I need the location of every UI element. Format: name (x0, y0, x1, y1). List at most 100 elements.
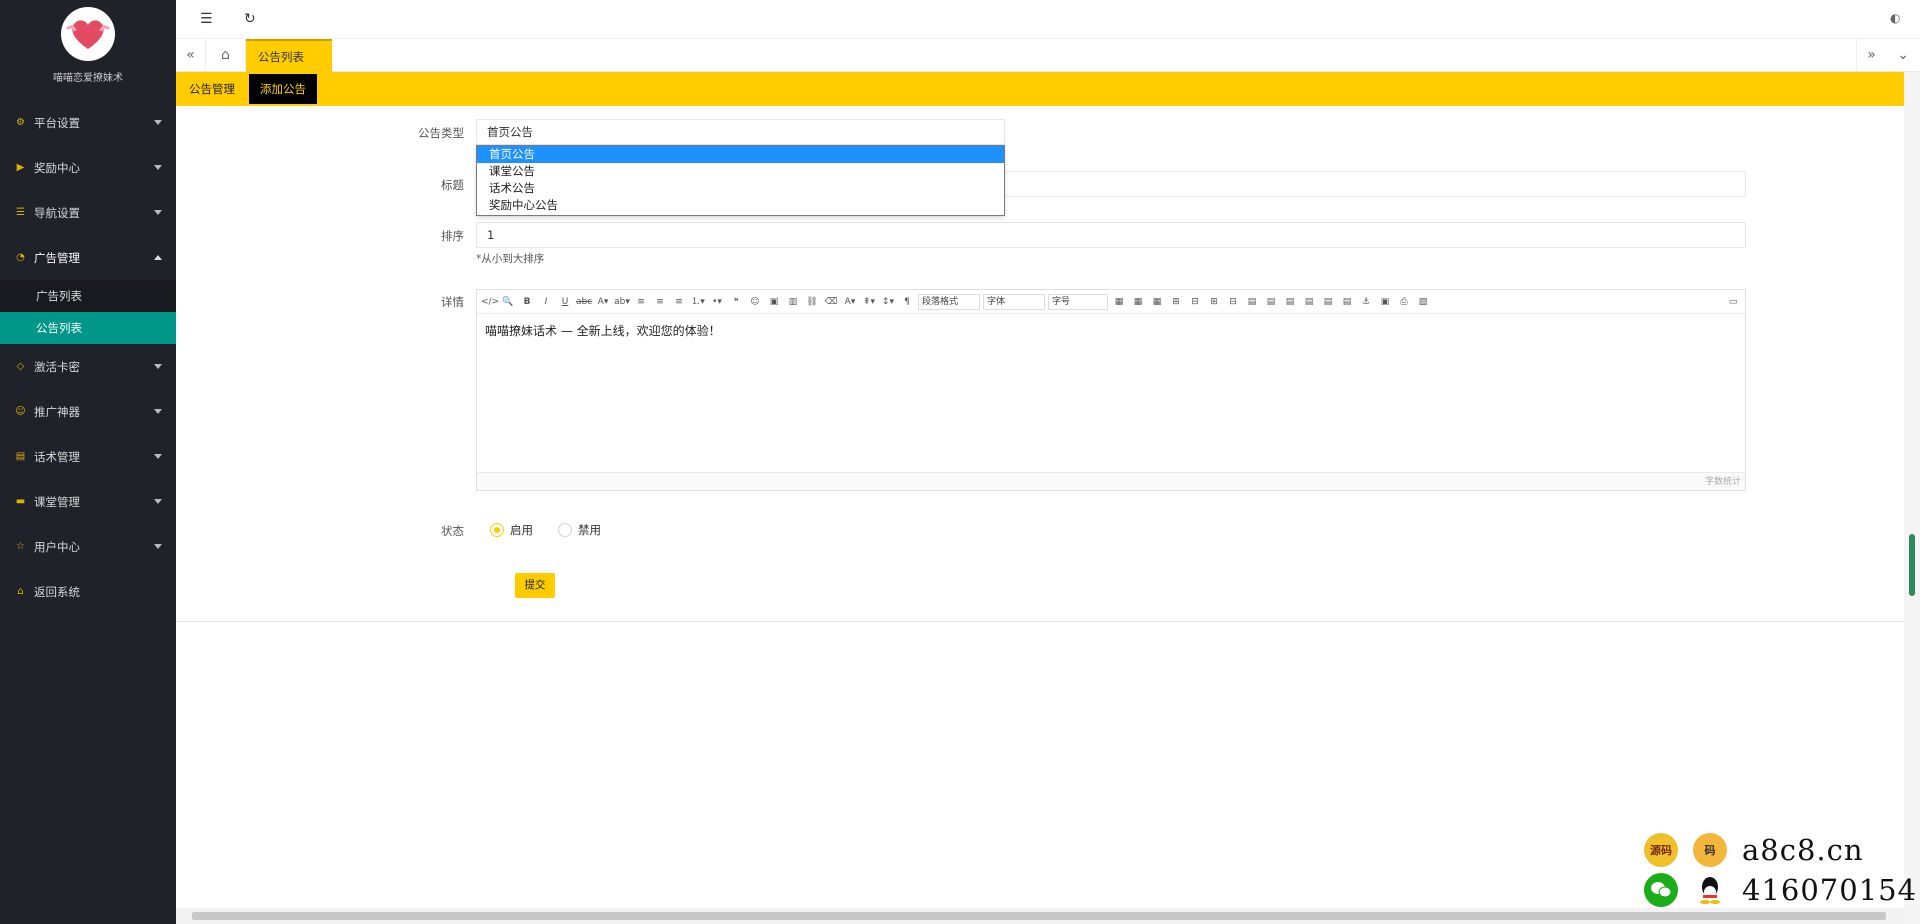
strikethrough-icon[interactable]: abc (576, 294, 592, 310)
vertical-scrollbar[interactable] (1904, 72, 1920, 924)
menu-return-system[interactable]: ⌂ 返回系统 (0, 569, 176, 614)
status-enable-radio[interactable]: 启用 (490, 522, 533, 538)
caret-down-icon (154, 544, 162, 549)
menu-script-management[interactable]: ▤ 话术管理 (0, 434, 176, 479)
image-icon[interactable]: ▣ (766, 294, 782, 310)
table-icon[interactable]: ▦ (1111, 294, 1127, 310)
merge-right-icon[interactable]: ▤ (1263, 294, 1279, 310)
theme-icon[interactable]: ◐ (1890, 11, 1900, 25)
fullscreen-icon[interactable]: ▭ (1725, 294, 1741, 310)
menu-nav-settings[interactable]: ☰ 导航设置 (0, 190, 176, 235)
delete-col-icon[interactable]: ⊟ (1225, 294, 1241, 310)
underline-color-icon[interactable]: A▾ (842, 294, 858, 310)
delete-row-icon[interactable]: ⊟ (1187, 294, 1203, 310)
insert-frame-icon[interactable]: ▣ (1377, 294, 1393, 310)
status-label: 状态 (441, 524, 464, 538)
emoji-icon[interactable]: ☺ (747, 294, 763, 310)
wechat-icon (1644, 873, 1678, 907)
html-source-icon[interactable]: </> (481, 294, 499, 310)
anchor-icon[interactable]: ⚓ (1358, 294, 1374, 310)
submenu-ad-list[interactable]: 广告列表 (0, 280, 176, 312)
menu-label: 导航设置 (34, 205, 80, 220)
merge-cells-icon[interactable]: ▤ (1244, 294, 1260, 310)
type-option[interactable]: 首页公告 (477, 146, 1004, 163)
title-label: 标题 (441, 178, 464, 192)
menu-activation-codes[interactable]: ◇ 激活卡密 (0, 344, 176, 389)
menu-user-center[interactable]: ☆ 用户中心 (0, 524, 176, 569)
align-right-icon[interactable]: ≡ (671, 294, 687, 310)
caret-down-icon (154, 210, 162, 215)
insert-row-icon[interactable]: ⊞ (1168, 294, 1184, 310)
italic-icon[interactable]: I (538, 294, 554, 310)
table-props-icon[interactable]: ▦ (1130, 294, 1146, 310)
add-notice-button[interactable]: 添加公告 (249, 74, 317, 104)
menu-label: 奖励中心 (34, 160, 80, 175)
paragraph-format-select[interactable]: 段落格式 (918, 293, 980, 310)
menu-label: 返回系统 (34, 584, 80, 599)
split-cols-icon[interactable]: ▤ (1339, 294, 1355, 310)
caret-down-icon (154, 499, 162, 504)
link-icon[interactable]: ⛓ (804, 294, 820, 310)
scroll-thumb[interactable] (192, 912, 1886, 920)
collapse-menu-icon[interactable]: ☰ (200, 11, 213, 27)
star-icon: ☆ (16, 541, 25, 552)
tabs-scroll-right-icon[interactable]: » (1856, 39, 1886, 72)
font-family-select[interactable]: 字体 (983, 293, 1045, 310)
align-center-icon[interactable]: ≡ (652, 294, 668, 310)
menu-class-management[interactable]: ▬ 课堂管理 (0, 479, 176, 524)
row-spacing-top-icon[interactable]: ⇞▾ (861, 294, 877, 310)
play-icon: ▶ (16, 162, 25, 173)
dashboard-icon: ◔ (16, 252, 25, 263)
qq-icon (1693, 873, 1727, 907)
line-height-icon[interactable]: ↕▾ (880, 294, 896, 310)
quote-icon[interactable]: ❝ (728, 294, 744, 310)
ordered-list-icon[interactable]: ⒈▾ (690, 294, 706, 310)
watermark-row-1: 源码 码 a8c8.cn (1644, 833, 1864, 867)
merge-down-icon[interactable]: ▤ (1282, 294, 1298, 310)
table-insert-icon[interactable]: ▦ (1149, 294, 1165, 310)
template-icon[interactable]: ▧ (1415, 294, 1431, 310)
menu-platform-settings[interactable]: ⚙ 平台设置 (0, 100, 176, 145)
print-icon[interactable]: ⎙ (1396, 294, 1412, 310)
scroll-thumb[interactable] (1909, 534, 1915, 596)
preview-icon[interactable]: 🔍 (500, 294, 516, 310)
horizontal-scrollbar[interactable] (176, 908, 1904, 924)
notice-manage-button[interactable]: 公告管理 (178, 74, 246, 104)
tab-notice-list[interactable]: 公告列表 (246, 39, 332, 72)
align-left-icon[interactable]: ≡ (633, 294, 649, 310)
editor-content[interactable]: 喵喵撩妹话术 — 全新上线，欢迎您的体验！ (477, 314, 1745, 472)
font-size-select[interactable]: 字号 (1048, 293, 1108, 310)
video-icon[interactable]: ▥ (785, 294, 801, 310)
home-tab-icon[interactable]: ⌂ (206, 39, 246, 72)
type-option[interactable]: 奖励中心公告 (477, 197, 1004, 214)
sort-hint: *从小到大排序 (476, 253, 545, 265)
insert-col-icon[interactable]: ⊞ (1206, 294, 1222, 310)
menu-promotion[interactable]: ☺ 推广神器 (0, 389, 176, 434)
smile-icon: ☺ (15, 406, 26, 417)
type-dropdown: 首页公告 课堂公告 话术公告 奖励中心公告 (476, 145, 1005, 216)
eraser-icon[interactable]: ⌫ (823, 294, 839, 310)
paragraph-icon[interactable]: ¶ (899, 294, 915, 310)
menu-reward-center[interactable]: ▶ 奖励中心 (0, 145, 176, 190)
unordered-list-icon[interactable]: •▾ (709, 294, 725, 310)
menu-label: 课堂管理 (34, 494, 80, 509)
type-select[interactable]: 首页公告 (476, 119, 1005, 145)
font-color-icon[interactable]: A▾ (595, 294, 611, 310)
refresh-icon[interactable]: ↻ (244, 11, 256, 27)
type-option[interactable]: 话术公告 (477, 180, 1004, 197)
sort-input[interactable]: 1 (476, 222, 1746, 248)
underline-icon[interactable]: U (557, 294, 573, 310)
tabs-scroll-left-icon[interactable]: « (176, 39, 206, 72)
split-cells-icon[interactable]: ▤ (1301, 294, 1317, 310)
gear-icon: ⚙ (16, 117, 25, 128)
chevron-down-icon[interactable]: ⌄ (1888, 39, 1918, 72)
split-rows-icon[interactable]: ▤ (1320, 294, 1336, 310)
highlight-icon[interactable]: ab▾ (614, 294, 630, 310)
watermark-domain: a8c8.cn (1742, 833, 1864, 867)
menu-ad-management[interactable]: ◔ 广告管理 (0, 235, 176, 280)
submenu-notice-list[interactable]: 公告列表 (0, 312, 176, 344)
type-option[interactable]: 课堂公告 (477, 163, 1004, 180)
bold-icon[interactable]: B (519, 294, 535, 310)
status-disable-radio[interactable]: 禁用 (558, 522, 601, 538)
submit-button[interactable]: 提交 (515, 573, 555, 598)
